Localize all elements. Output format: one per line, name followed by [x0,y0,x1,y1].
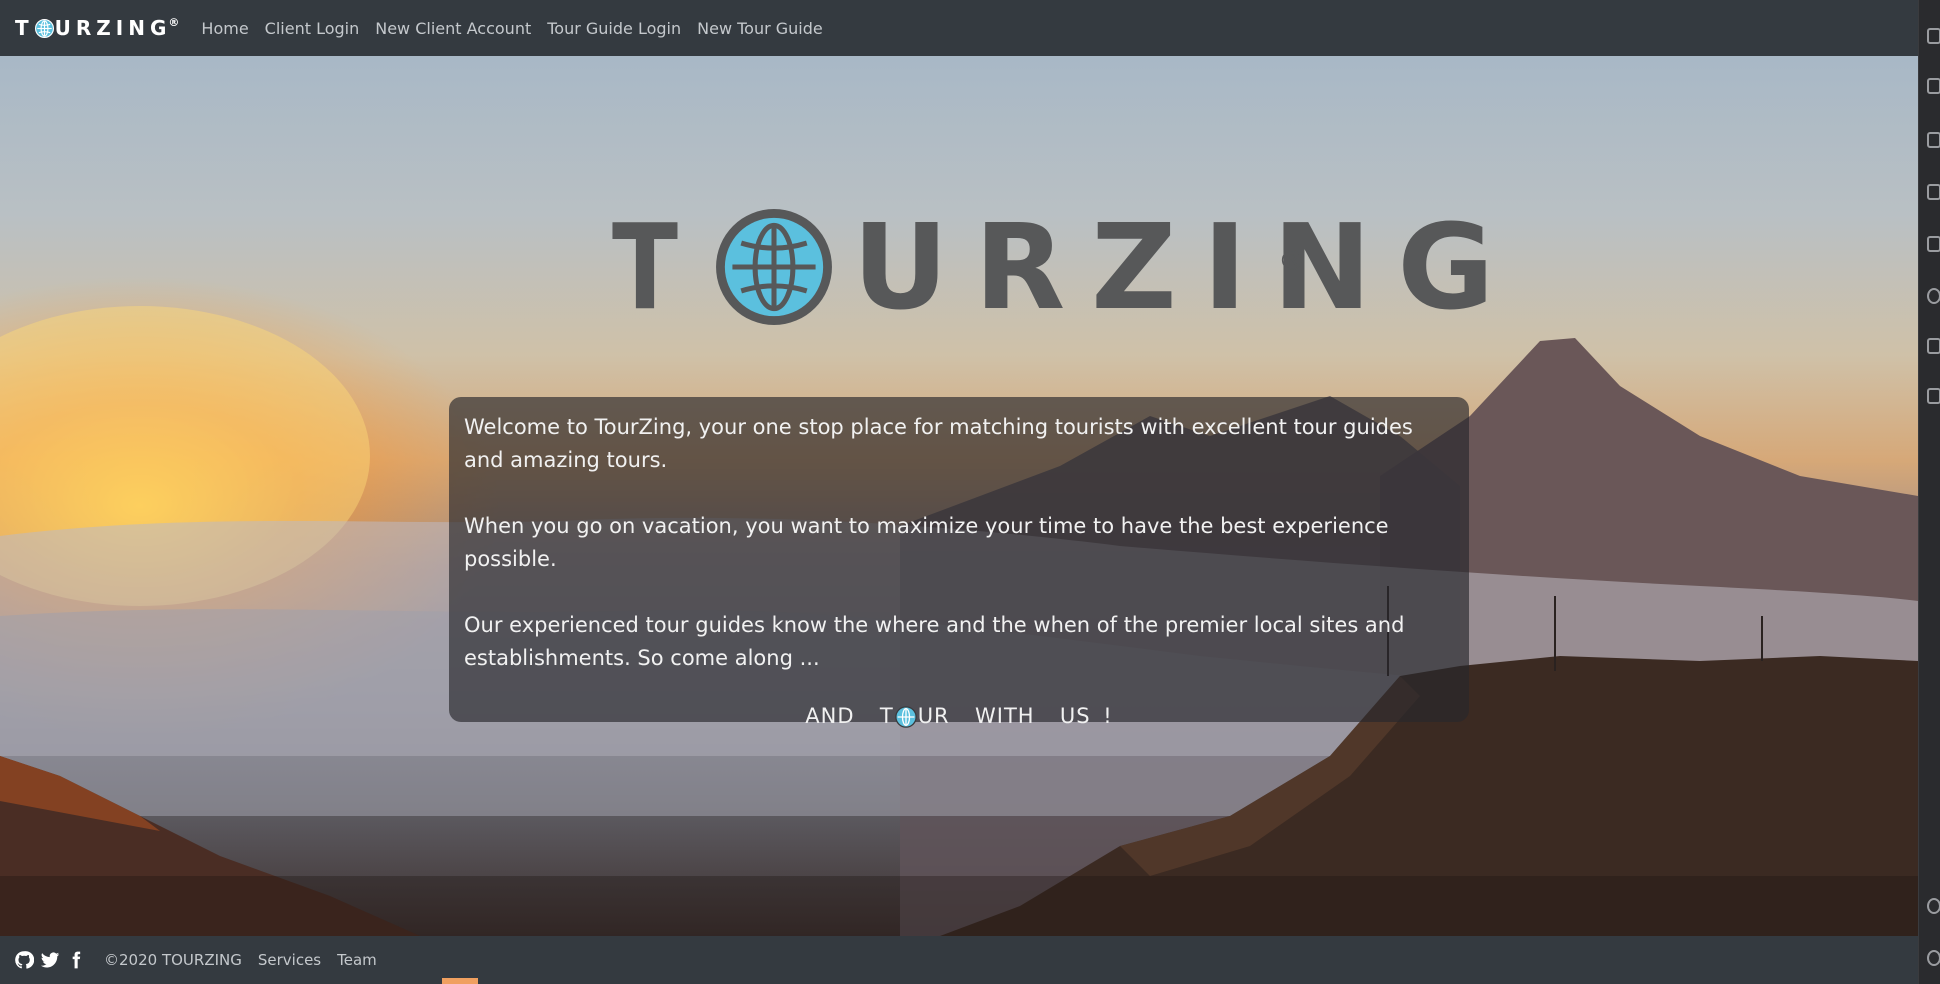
welcome-paragraph-1: Welcome to TourZing, your one stop place… [464,415,1413,472]
nav-client-login-link[interactable]: Client Login [265,19,360,38]
github-icon[interactable] [14,950,34,970]
search-icon[interactable] [1927,28,1940,44]
footer-team-link[interactable]: Team [337,951,377,969]
globe-logo-icon [715,209,832,325]
hero-section: T URZING ® Welcome to TourZing, your one… [0,56,1918,936]
top-navbar: T URZING ® Home Client Login New Client … [0,0,1918,56]
account-icon[interactable] [1927,898,1940,914]
welcome-paragraph-2: When you go on vacation, you want to max… [464,514,1389,571]
database-icon[interactable] [1927,388,1940,404]
account-circle-icon[interactable] [1927,288,1940,304]
navbar-brand[interactable]: T URZING ® [15,15,180,41]
extensions-icon[interactable] [1927,184,1940,200]
welcome-paragraph-3: Our experienced tour guides know the whe… [464,613,1405,670]
tagline-end: UR WITH US ! [917,704,1113,728]
side-toolbar-strip [1918,0,1940,984]
bottom-indicator [442,978,478,984]
nav-new-tour-guide-link[interactable]: New Tour Guide [697,19,823,38]
footer: ©2020 TOURZING Services Team [0,936,1918,984]
twitter-icon[interactable] [40,950,60,970]
page: T URZING ® Home Client Login New Client … [0,0,1918,984]
facebook-icon[interactable] [66,950,86,970]
gear-icon[interactable] [1927,950,1940,966]
logo-registered-mark: ® [1278,244,1306,277]
nav-links: Home Client Login New Client Account Tou… [201,19,838,38]
brand-registered-mark: ® [168,15,180,29]
welcome-box: Welcome to TourZing, your one stop place… [449,397,1469,728]
flask-icon[interactable] [1927,236,1940,252]
social-links [14,950,92,970]
nav-new-client-account-link[interactable]: New Client Account [375,19,531,38]
notebook-icon[interactable] [1927,338,1940,354]
brand-text-start: T [15,16,34,40]
logo-letter-t: T [612,198,700,336]
tourzing-hero-logo: T URZING ® [612,198,1494,336]
tagline-start: AND T [805,704,894,728]
brand-text-end: URZING [54,16,172,40]
logo-word-rest: URZING [852,198,1521,336]
nav-home-link[interactable]: Home [201,19,248,38]
footer-copyright: ©2020 TOURZING [104,951,242,969]
globe-icon [894,705,917,728]
footer-services-link[interactable]: Services [258,951,321,969]
nav-tour-guide-login-link[interactable]: Tour Guide Login [547,19,681,38]
debug-icon[interactable] [1927,132,1940,148]
globe-icon [34,18,54,38]
tagline: AND T UR WITH US ! [464,700,1454,733]
source-control-icon[interactable] [1927,78,1940,94]
